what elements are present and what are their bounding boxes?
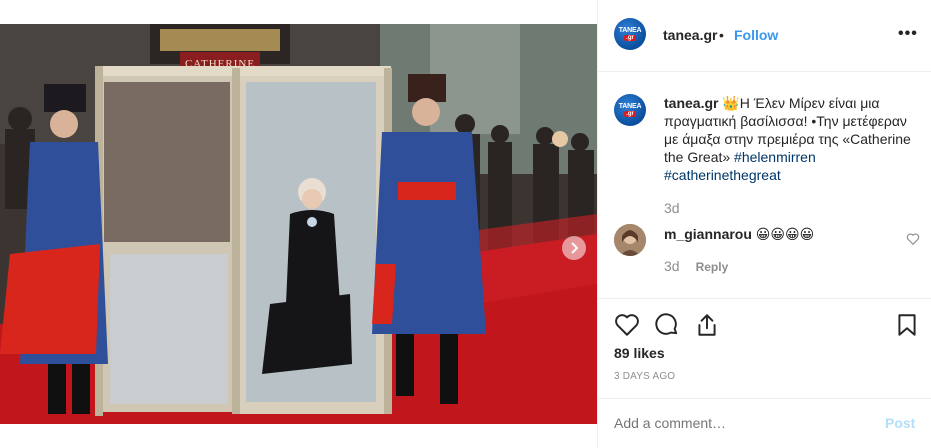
likes-count[interactable]: 89 likes	[614, 345, 665, 361]
chevron-right-icon	[571, 242, 579, 254]
add-comment-input[interactable]	[614, 415, 854, 431]
post-header: TANEA .gr tanea.gr • Follow •••	[598, 0, 931, 72]
hashtag-link[interactable]: #catherinethegreat	[664, 167, 781, 183]
comment-username[interactable]: m_giannarou	[664, 226, 752, 242]
caption-author-avatar[interactable]: TANEA .gr	[614, 94, 646, 126]
photo-scene: CATHERINE original	[0, 24, 597, 424]
author-avatar[interactable]: TANEA .gr	[614, 18, 646, 50]
post-photo[interactable]: CATHERINE original	[0, 24, 597, 424]
commenter-photo	[614, 224, 646, 256]
add-comment-bar: Post	[598, 398, 931, 448]
comment-item: m_giannarou 😀😀😀😀	[664, 226, 814, 243]
reply-button[interactable]: Reply	[696, 260, 729, 274]
avatar-logo-subtext: .gr	[624, 35, 636, 41]
avatar-logo-text: TANEA	[618, 27, 642, 34]
post-date[interactable]: 3 DAYS AGO	[614, 371, 675, 382]
follow-button[interactable]: Follow	[734, 27, 778, 43]
post-comment-button[interactable]: Post	[885, 415, 915, 431]
bookmark-icon[interactable]	[894, 312, 920, 338]
commenter-avatar[interactable]	[614, 224, 646, 256]
share-icon[interactable]	[694, 312, 720, 338]
comment-text: 😀😀😀😀	[755, 226, 815, 242]
comment-bubble-icon[interactable]	[654, 312, 680, 338]
caption-username[interactable]: tanea.gr	[664, 95, 718, 111]
author-username[interactable]: tanea.gr	[663, 27, 717, 43]
heart-icon[interactable]	[614, 312, 640, 338]
comment-timestamp[interactable]: 3d	[664, 258, 680, 274]
post-side-panel: TANEA .gr tanea.gr • Follow ••• TANEA .g…	[597, 0, 931, 448]
comment-meta: 3d Reply	[664, 258, 728, 274]
avatar-logo-subtext: .gr	[624, 111, 636, 117]
small-heart-icon[interactable]	[906, 232, 920, 246]
actions-divider	[598, 298, 931, 299]
post-caption: tanea.gr 👑Η Έλεν Μίρεν είναι μια πραγματ…	[664, 94, 918, 184]
caption-timestamp[interactable]: 3d	[664, 200, 680, 216]
carousel-next-button[interactable]	[562, 236, 586, 260]
hashtag-link[interactable]: #helenmirren	[734, 149, 816, 165]
crown-emoji: 👑	[722, 95, 740, 111]
avatar-logo-text: TANEA	[618, 103, 642, 110]
header-separator: •	[719, 27, 724, 43]
more-options-icon[interactable]: •••	[898, 25, 918, 43]
